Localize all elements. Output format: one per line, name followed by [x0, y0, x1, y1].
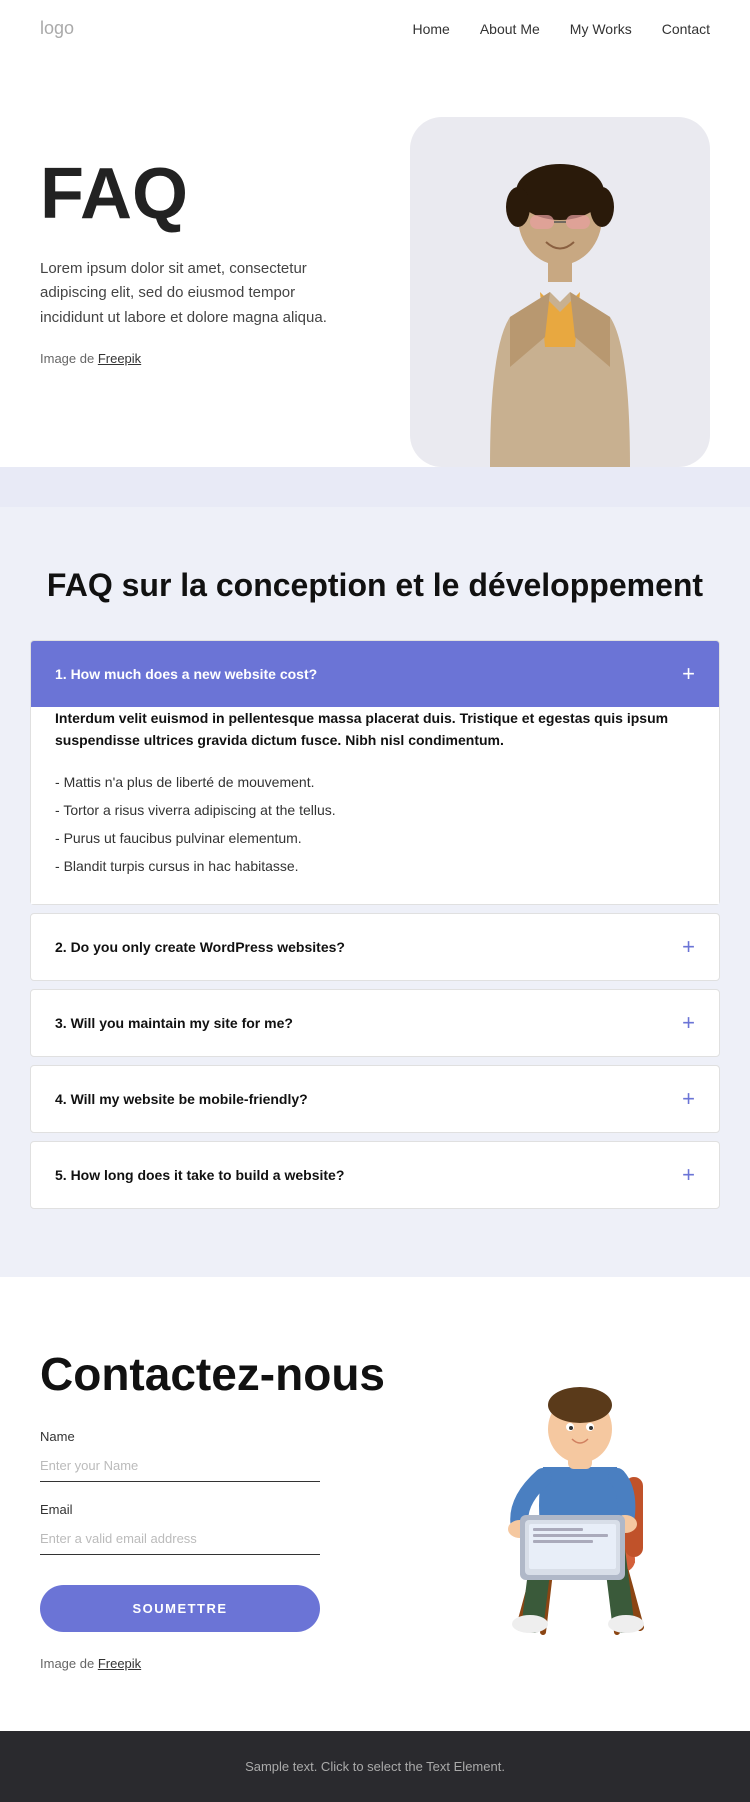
name-input[interactable]: [40, 1450, 320, 1482]
contact-credit: Image de Freepik: [40, 1656, 430, 1671]
hero-description: Lorem ipsum dolor sit amet, consectetur …: [40, 257, 340, 331]
faq-plus-icon-2: +: [682, 936, 695, 958]
faq-list-item: Tortor a risus viverra adipiscing at the…: [55, 796, 695, 824]
contact-title: Contactez-nous: [40, 1347, 430, 1401]
faq-list-item: Blandit turpis cursus in hac habitasse.: [55, 852, 695, 880]
faq-item-1: 1. How much does a new website cost? + I…: [30, 640, 720, 905]
name-form-group: Name: [40, 1429, 430, 1482]
faq-question-3[interactable]: 3. Will you maintain my site for me? +: [31, 990, 719, 1056]
hero-section: FAQ Lorem ipsum dolor sit amet, consecte…: [0, 57, 750, 467]
nav-link-contact[interactable]: Contact: [662, 21, 710, 37]
nav-links: Home About Me My Works Contact: [412, 21, 710, 37]
faq-question-text-3: 3. Will you maintain my site for me?: [55, 1015, 293, 1031]
contact-person-svg: [465, 1367, 695, 1647]
hero-person-svg: [430, 147, 690, 467]
faq-section-title: FAQ sur la conception et le développemen…: [30, 567, 720, 604]
faq-question-2[interactable]: 2. Do you only create WordPress websites…: [31, 914, 719, 980]
submit-button[interactable]: SOUMETTRE: [40, 1585, 320, 1632]
faq-question-5[interactable]: 5. How long does it take to build a webs…: [31, 1142, 719, 1208]
faq-question-4[interactable]: 4. Will my website be mobile-friendly? +: [31, 1066, 719, 1132]
faq-list-item: Mattis n'a plus de liberté de mouvement.: [55, 768, 695, 796]
footer-text: Sample text. Click to select the Text El…: [245, 1759, 505, 1774]
faq-question-text-1: 1. How much does a new website cost?: [55, 666, 317, 682]
faq-item-2: 2. Do you only create WordPress websites…: [30, 913, 720, 981]
hero-image: [410, 117, 710, 467]
faq-section: FAQ sur la conception et le développemen…: [0, 507, 750, 1277]
email-input[interactable]: [40, 1523, 320, 1555]
faq-item-5: 5. How long does it take to build a webs…: [30, 1141, 720, 1209]
hero-credit: Image de Freepik: [40, 351, 410, 366]
contact-freepik-link[interactable]: Freepik: [98, 1656, 141, 1671]
faq-question-1[interactable]: 1. How much does a new website cost? +: [31, 641, 719, 707]
logo: logo: [40, 18, 74, 39]
faq-answer-list-1: Mattis n'a plus de liberté de mouvement.…: [55, 768, 695, 880]
footer: Sample text. Click to select the Text El…: [0, 1731, 750, 1802]
faq-plus-icon-1: +: [682, 663, 695, 685]
faq-question-text-5: 5. How long does it take to build a webs…: [55, 1167, 344, 1183]
hero-text: FAQ Lorem ipsum dolor sit amet, consecte…: [40, 117, 410, 366]
faq-plus-icon-5: +: [682, 1164, 695, 1186]
contact-illustration: [450, 1347, 710, 1647]
navigation: logo Home About Me My Works Contact: [0, 0, 750, 57]
hero-freepik-link[interactable]: Freepik: [98, 351, 141, 366]
hero-title: FAQ: [40, 157, 410, 233]
faq-answer-bold-1: Interdum velit euismod in pellentesque m…: [55, 707, 695, 752]
faq-plus-icon-4: +: [682, 1088, 695, 1110]
contact-left: Contactez-nous Name Email SOUMETTRE Imag…: [40, 1347, 430, 1671]
faq-question-text-2: 2. Do you only create WordPress websites…: [55, 939, 345, 955]
email-form-group: Email: [40, 1502, 430, 1555]
name-label: Name: [40, 1429, 430, 1444]
faq-item-3: 3. Will you maintain my site for me? +: [30, 989, 720, 1057]
nav-link-about[interactable]: About Me: [480, 21, 540, 37]
faq-item-4: 4. Will my website be mobile-friendly? +: [30, 1065, 720, 1133]
faq-list-item: Purus ut faucibus pulvinar elementum.: [55, 824, 695, 852]
nav-link-home[interactable]: Home: [412, 21, 449, 37]
faq-question-text-4: 4. Will my website be mobile-friendly?: [55, 1091, 308, 1107]
contact-section: Contactez-nous Name Email SOUMETTRE Imag…: [0, 1277, 750, 1731]
email-label: Email: [40, 1502, 430, 1517]
nav-link-works[interactable]: My Works: [570, 21, 632, 37]
faq-plus-icon-3: +: [682, 1012, 695, 1034]
faq-answer-1: Interdum velit euismod in pellentesque m…: [31, 707, 719, 904]
